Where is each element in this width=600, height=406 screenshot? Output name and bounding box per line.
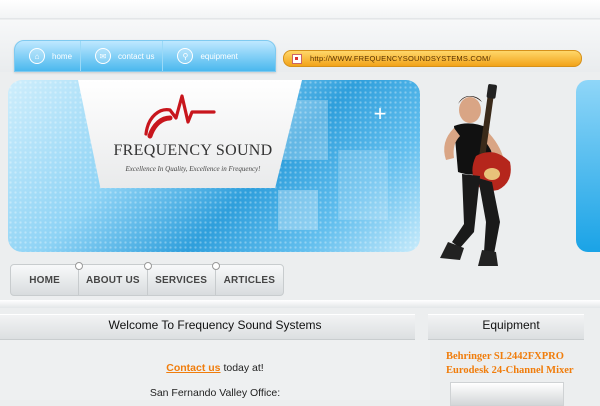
welcome-title: Welcome To Frequency Sound Systems	[108, 318, 322, 332]
equipment-title: Equipment	[482, 318, 540, 332]
topnav-home[interactable]: ⌂ home	[15, 41, 82, 71]
nav-articles[interactable]: ARTICLES	[211, 262, 283, 295]
top-navigation: ⌂ home ✉ contact us ⚲ equipment	[14, 40, 276, 72]
url-text: http://WWW.FREQUENCYSOUNDSYSTEMS.COM/	[310, 54, 491, 63]
mixer-image[interactable]	[450, 382, 564, 406]
nav-services-label: SERVICES	[155, 274, 208, 286]
url-bar[interactable]: http://WWW.FREQUENCYSOUNDSYSTEMS.COM/	[283, 50, 582, 67]
contact-line: Contact us today at!	[0, 362, 430, 374]
mail-icon: ✉	[95, 48, 112, 64]
topnav-equipment[interactable]: ⚲ equipment	[163, 41, 245, 71]
pin-icon	[211, 262, 220, 270]
banner-decor-square	[278, 190, 318, 230]
main-navigation: HOME ABOUT US SERVICES ARTICLES	[10, 262, 284, 296]
plus-icon	[292, 53, 302, 64]
equipment-item-link[interactable]: Behringer SL2442FXPRO Eurodesk 24-Channe…	[446, 350, 596, 378]
nav-about-us[interactable]: ABOUT US	[75, 262, 148, 295]
banner-right-edge	[576, 80, 600, 252]
pin-icon	[75, 262, 84, 270]
contact-line-text: today at!	[220, 362, 264, 374]
section-divider	[0, 300, 600, 308]
office-label: San Fernando Valley Office:	[149, 387, 281, 399]
topnav-contact-us[interactable]: ✉ contact us	[81, 41, 164, 71]
home-icon: ⌂	[29, 48, 45, 64]
topnav-contact-label: contact us	[118, 51, 155, 61]
logo-title: FREQUENCY SOUND	[113, 142, 273, 159]
nav-home[interactable]: HOME	[11, 265, 80, 295]
topnav-home-label: home	[52, 51, 73, 61]
top-stripe	[0, 0, 600, 19]
nav-services[interactable]: SERVICES	[143, 262, 216, 295]
logo-tagline: Excellence In Quality, Excellence in Fre…	[125, 165, 261, 173]
banner-decor-square	[338, 150, 388, 220]
logo-wave-icon	[144, 94, 216, 139]
pin-icon	[143, 262, 152, 270]
banner-plus-icon: +	[373, 101, 387, 126]
contact-us-link[interactable]: Contact us	[166, 362, 220, 374]
topnav-equipment-label: equipment	[200, 51, 238, 61]
nav-articles-label: ARTICLES	[223, 274, 276, 286]
nav-home-label: HOME	[29, 274, 61, 286]
nav-about-label: ABOUT US	[85, 274, 140, 286]
guitarist-image	[440, 84, 511, 266]
search-icon: ⚲	[177, 48, 194, 64]
